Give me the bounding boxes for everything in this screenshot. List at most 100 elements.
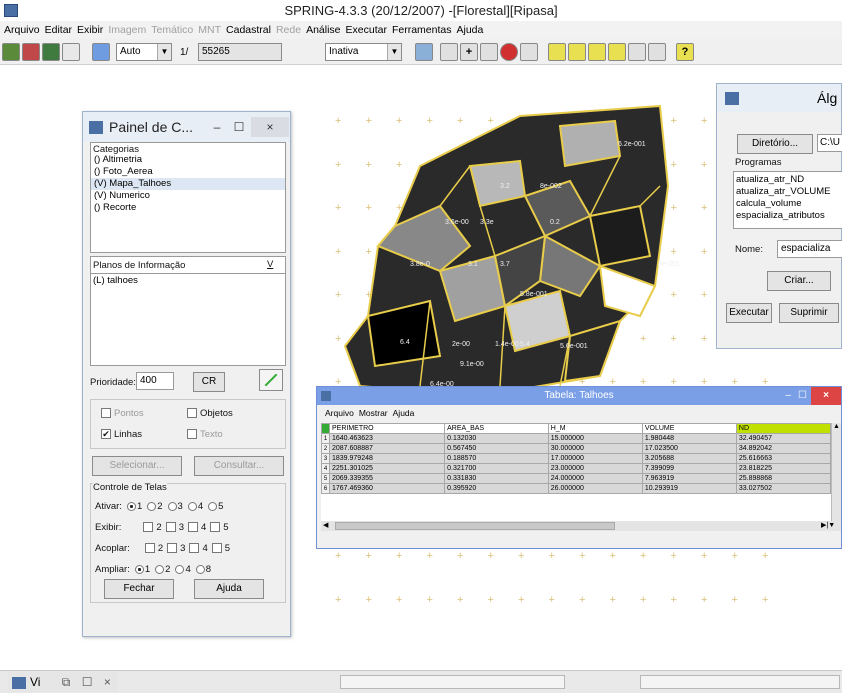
layers-icon[interactable]: [42, 43, 60, 61]
draw-icon[interactable]: [62, 43, 80, 61]
planes-list[interactable]: Planos de Informação V (L) talhoes: [90, 256, 286, 366]
ampliar-row[interactable]: Ampliar: 1 2 4 8: [95, 564, 211, 575]
cursor-mode-select[interactable]: Inativa ▼: [325, 43, 402, 61]
menu-item-5[interactable]: MNT: [197, 24, 222, 36]
option-5[interactable]: 5: [207, 501, 223, 512]
planes-selector[interactable]: V: [267, 259, 273, 270]
minimize-button[interactable]: –: [207, 117, 227, 137]
row-number[interactable]: 2: [321, 443, 330, 454]
option-4[interactable]: 4: [188, 522, 206, 533]
option-2[interactable]: 2: [154, 564, 170, 575]
execute-button[interactable]: Executar: [726, 303, 772, 323]
menu-item-2[interactable]: Exibir: [76, 24, 104, 36]
row-number[interactable]: 4: [321, 463, 330, 474]
program-item[interactable]: atualiza_atr_ND: [736, 174, 840, 186]
minimized-window[interactable]: Vi ⧉ ☐ ×: [8, 672, 118, 692]
option-1[interactable]: 1: [134, 564, 150, 575]
option-4[interactable]: 4: [189, 543, 208, 554]
previous-view-icon[interactable]: [628, 43, 646, 61]
opt-objetos[interactable]: Objetos: [187, 408, 233, 419]
opt-texto[interactable]: Texto: [187, 429, 223, 440]
project-icon[interactable]: [22, 43, 40, 61]
category-item[interactable]: (V) Mapa_Talhoes: [91, 178, 285, 190]
row-number[interactable]: 5: [321, 473, 330, 484]
ativar-row[interactable]: Ativar: 1 2 3 4 5: [95, 501, 223, 512]
pointer-icon[interactable]: [520, 43, 538, 61]
opt-linhas[interactable]: ✔ Linhas: [101, 429, 142, 440]
plus-icon[interactable]: +: [460, 43, 478, 61]
edit-line-icon[interactable]: [548, 43, 566, 61]
menu-item-0[interactable]: Arquivo: [3, 24, 41, 36]
menu-item-11[interactable]: Ajuda: [456, 24, 485, 36]
option-4[interactable]: 4: [187, 501, 203, 512]
menu-item-10[interactable]: Ferramentas: [391, 24, 453, 36]
cr-button[interactable]: CR: [193, 372, 225, 392]
attribute-table[interactable]: PERIMETRO AREA_BAS H_M VOLUME ND 1 1640.463623…: [321, 423, 831, 521]
zoom-window-icon[interactable]: [608, 43, 626, 61]
option-5[interactable]: 5: [210, 522, 229, 533]
delete-button[interactable]: Suprimir: [779, 303, 839, 323]
acoplar-row[interactable]: Acoplar: 2 3 4 5: [95, 543, 230, 554]
option-2[interactable]: 2: [143, 522, 162, 533]
program-item[interactable]: calcula_volume: [736, 198, 840, 210]
option-8[interactable]: 8: [195, 564, 211, 575]
arrow-left-icon[interactable]: ◀: [323, 521, 328, 529]
help-panel-button[interactable]: Ajuda: [194, 579, 264, 599]
close-button[interactable]: ×: [104, 675, 111, 689]
table-row[interactable]: 5 2069.339355 0.331830 24.000000 7.963919 25.…: [321, 473, 831, 484]
option-1[interactable]: 1: [126, 501, 142, 512]
restore-button[interactable]: ⧉: [62, 675, 71, 689]
exibir-row[interactable]: Exibir: 2 3 4 5: [95, 522, 229, 533]
category-item[interactable]: () Altimetria: [91, 154, 285, 166]
row-number[interactable]: 6: [321, 483, 330, 494]
directory-button[interactable]: Diretório...: [737, 134, 813, 154]
program-item[interactable]: espacializa_atributos: [736, 210, 840, 222]
zoom-mode-select[interactable]: Auto ▼: [116, 43, 172, 61]
column-header[interactable]: H_M: [547, 423, 643, 434]
query-button[interactable]: Consultar...: [194, 456, 284, 476]
option-3[interactable]: 3: [165, 522, 184, 533]
horizontal-scrollbar[interactable]: ◀ ▶|▼: [321, 521, 841, 531]
directory-path[interactable]: C:\U: [817, 134, 842, 152]
maximize-button[interactable]: ☐: [82, 675, 93, 689]
table-titlebar[interactable]: Tabela: Talhoes – ☐ ×: [317, 387, 841, 405]
line-tool-icon[interactable]: [440, 43, 458, 61]
maximize-button[interactable]: ☐: [229, 117, 249, 137]
option-2[interactable]: 2: [144, 543, 163, 554]
stop-icon[interactable]: [500, 43, 518, 61]
close-button[interactable]: ×: [251, 117, 289, 137]
scroll-thumb[interactable]: [335, 522, 615, 530]
option-3[interactable]: 3: [167, 501, 183, 512]
name-input[interactable]: espacializa: [777, 240, 842, 258]
option-5[interactable]: 5: [211, 543, 230, 554]
table-menu-item[interactable]: Ajuda: [393, 408, 415, 418]
maximize-button[interactable]: ☐: [798, 387, 807, 405]
help-icon[interactable]: ?: [676, 43, 694, 61]
option-4[interactable]: 4: [174, 564, 191, 575]
menu-item-9[interactable]: Executar: [345, 24, 388, 36]
table-row[interactable]: 6 1767.469360 0.395920 26.000000 10.293919 33…: [321, 483, 831, 494]
zoom-out-icon[interactable]: [588, 43, 606, 61]
categories-list[interactable]: Categorias () Altimetria() Foto_Aerea (V)…: [90, 142, 286, 253]
category-item[interactable]: () Foto_Aerea: [91, 166, 285, 178]
column-header[interactable]: AREA_BAS: [444, 423, 549, 434]
scale-input[interactable]: 55265: [198, 43, 282, 61]
column-header[interactable]: PERIMETRO: [328, 423, 446, 434]
priority-input[interactable]: 400: [136, 372, 174, 390]
row-number[interactable]: 3: [321, 453, 330, 464]
plane-item[interactable]: (L) talhoes: [93, 275, 138, 286]
zoom-in-icon[interactable]: [568, 43, 586, 61]
option-3[interactable]: 3: [167, 543, 185, 554]
column-header[interactable]: VOLUME: [641, 423, 737, 434]
close-panel-button[interactable]: Fechar: [104, 579, 174, 599]
menu-item-6[interactable]: Cadastral: [225, 24, 272, 36]
table-row[interactable]: 4 2251.301025 0.321700 23.000000 7.399099 23.…: [321, 463, 831, 474]
program-item[interactable]: atualiza_atr_VOLUME: [736, 186, 840, 198]
opt-pontos[interactable]: Pontos: [101, 408, 144, 419]
arrow-right-icon[interactable]: ▶|▼: [821, 521, 835, 529]
create-button[interactable]: Criar...: [767, 271, 831, 291]
table-row[interactable]: 2 2087.608887 0.567450 30.000000 17.023500 34…: [321, 443, 831, 454]
vertical-scrollbar[interactable]: ▲: [831, 423, 841, 521]
row-number[interactable]: 1: [321, 433, 330, 444]
close-button[interactable]: ×: [811, 387, 841, 405]
